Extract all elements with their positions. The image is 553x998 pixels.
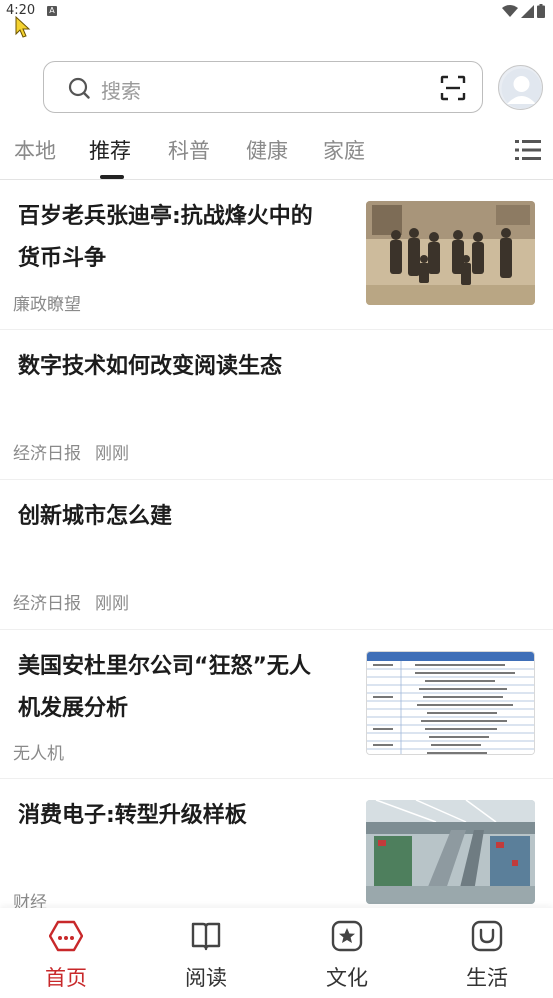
category-tabs: 本地 推荐 科普 健康 家庭 (0, 130, 553, 180)
news-thumbnail (366, 651, 535, 755)
status-bar: 4:20 A (0, 0, 553, 24)
news-time: 刚刚 (95, 444, 129, 464)
nav-life-label: 生活 (466, 966, 508, 990)
scan-icon[interactable] (440, 75, 466, 101)
nav-home[interactable]: 首页 (21, 920, 111, 992)
search-placeholder: 搜索 (101, 79, 141, 103)
nav-culture[interactable]: 文化 (302, 920, 392, 992)
news-item[interactable]: 百岁老兵张迪亭:抗战烽火中的 货币斗争 廉政瞭望 (0, 181, 553, 330)
nav-reading-label: 阅读 (185, 966, 227, 990)
battery-icon (537, 4, 545, 18)
nav-culture-label: 文化 (326, 966, 368, 990)
news-meta: 廉政瞭望 (13, 290, 95, 315)
search-input[interactable]: 搜索 (43, 61, 483, 113)
news-meta: 无人机 (13, 739, 78, 764)
smile-bag-icon (471, 920, 503, 952)
search-icon (68, 77, 90, 99)
nav-reading[interactable]: 阅读 (161, 920, 251, 992)
nav-life[interactable]: 生活 (442, 920, 532, 992)
tab-local[interactable]: 本地 (14, 135, 56, 165)
bottom-navigation: 首页 阅读 文化 生活 (0, 908, 553, 998)
news-source: 无人机 (13, 744, 64, 764)
notification-icon: A (47, 6, 57, 16)
vintage-group-photo (366, 201, 535, 305)
user-icon (501, 68, 542, 109)
book-icon (191, 922, 221, 951)
signal-icon (521, 4, 534, 18)
mouse-cursor-icon (15, 16, 31, 38)
news-title: 数字技术如何改变阅读生态 (18, 354, 283, 379)
news-source: 经济日报 (13, 444, 81, 464)
news-item[interactable]: 数字技术如何改变阅读生态 经济日报 刚刚 (0, 330, 553, 480)
avatar[interactable] (498, 65, 543, 110)
news-meta: 经济日报 刚刚 (13, 589, 143, 614)
news-source: 经济日报 (13, 594, 81, 614)
home-hex-icon (48, 920, 84, 952)
news-thumbnail (366, 201, 535, 305)
news-time: 刚刚 (95, 594, 129, 614)
news-meta: 经济日报 刚刚 (13, 439, 143, 464)
news-title: 消费电子:转型升级样板 (18, 803, 247, 828)
news-thumbnail (366, 800, 535, 904)
news-title: 美国安杜里尔公司“狂怒”无人 机发展分析 (18, 654, 311, 721)
news-title: 创新城市怎么建 (18, 504, 173, 529)
active-tab-indicator (100, 175, 124, 179)
status-icons (502, 4, 545, 18)
category-menu-icon[interactable] (515, 138, 541, 162)
nav-home-label: 首页 (45, 966, 87, 990)
news-source: 廉政瞭望 (13, 295, 81, 315)
news-item[interactable]: 消费电子:转型升级样板 财经 (0, 779, 553, 913)
tab-family[interactable]: 家庭 (323, 135, 365, 165)
wifi-icon (502, 4, 518, 17)
tab-health[interactable]: 健康 (246, 135, 288, 165)
product-table-image (367, 652, 534, 754)
electronics-mall-image (366, 800, 535, 904)
news-title: 百岁老兵张迪亭:抗战烽火中的 货币斗争 (18, 204, 313, 271)
news-item[interactable]: 创新城市怎么建 经济日报 刚刚 (0, 480, 553, 630)
tab-recommended[interactable]: 推荐 (89, 135, 131, 165)
star-badge-icon (331, 920, 363, 952)
news-item[interactable]: 美国安杜里尔公司“狂怒”无人 机发展分析 无人机 (0, 630, 553, 779)
tab-science[interactable]: 科普 (168, 135, 210, 165)
